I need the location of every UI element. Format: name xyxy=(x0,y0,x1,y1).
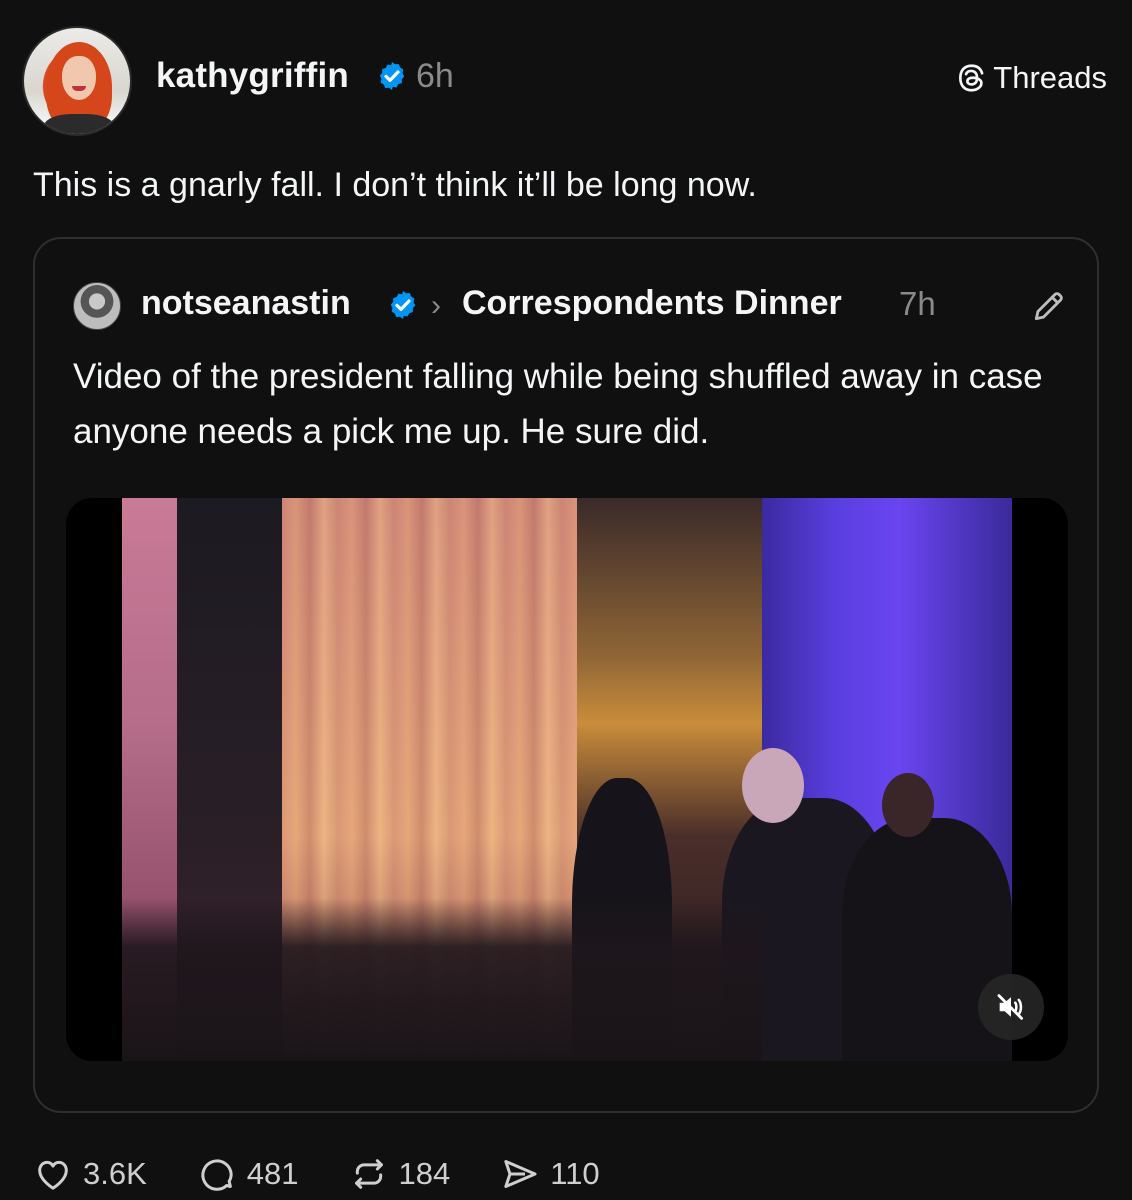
repost-button[interactable]: 184 xyxy=(349,1154,451,1194)
reply-count: 481 xyxy=(246,1156,299,1191)
threads-logo-icon xyxy=(959,64,984,92)
mute-toggle-button[interactable] xyxy=(978,974,1044,1040)
speech-bubble-icon xyxy=(201,1159,233,1191)
threads-label: Threads xyxy=(993,60,1107,95)
share-count: 110 xyxy=(550,1156,600,1191)
quoted-topic-tag[interactable]: Correspondents Dinner xyxy=(462,284,842,323)
video-frame[interactable] xyxy=(122,498,1012,1061)
post-text: This is a gnarly fall. I don’t think it’… xyxy=(33,166,757,204)
verified-badge-icon xyxy=(379,62,405,90)
repost-count: 184 xyxy=(398,1156,451,1191)
author-avatar[interactable] xyxy=(22,26,132,136)
post-header: kathygriffin 6h Threads xyxy=(22,26,1107,138)
muted-speaker-icon xyxy=(997,994,1024,1020)
verified-badge-icon xyxy=(390,291,416,319)
pencil-icon[interactable] xyxy=(1030,287,1068,325)
like-button[interactable]: 3.6K xyxy=(33,1154,147,1194)
quoted-author-avatar[interactable] xyxy=(73,282,121,330)
threads-link[interactable]: Threads xyxy=(955,60,1107,96)
chevron-right-icon: › xyxy=(431,289,441,322)
reply-button[interactable]: 481 xyxy=(197,1154,299,1194)
heart-icon xyxy=(38,1160,68,1190)
repost-icon xyxy=(354,1159,383,1189)
quoted-post[interactable]: notseanastin › Correspondents Dinner 7h … xyxy=(33,237,1099,1113)
paper-plane-icon xyxy=(504,1160,537,1188)
quoted-author-name[interactable]: notseanastin xyxy=(141,284,351,323)
share-button[interactable]: 110 xyxy=(500,1154,600,1194)
quoted-post-time: 7h xyxy=(899,285,936,322)
post-time: 6h xyxy=(416,57,454,95)
author-name[interactable]: kathygriffin xyxy=(156,56,349,96)
video-player[interactable] xyxy=(66,498,1068,1061)
action-bar: 3.6K 481 184 110 xyxy=(33,1148,650,1200)
like-count: 3.6K xyxy=(83,1156,147,1191)
quoted-post-text: Video of the president falling while bei… xyxy=(73,357,1043,451)
